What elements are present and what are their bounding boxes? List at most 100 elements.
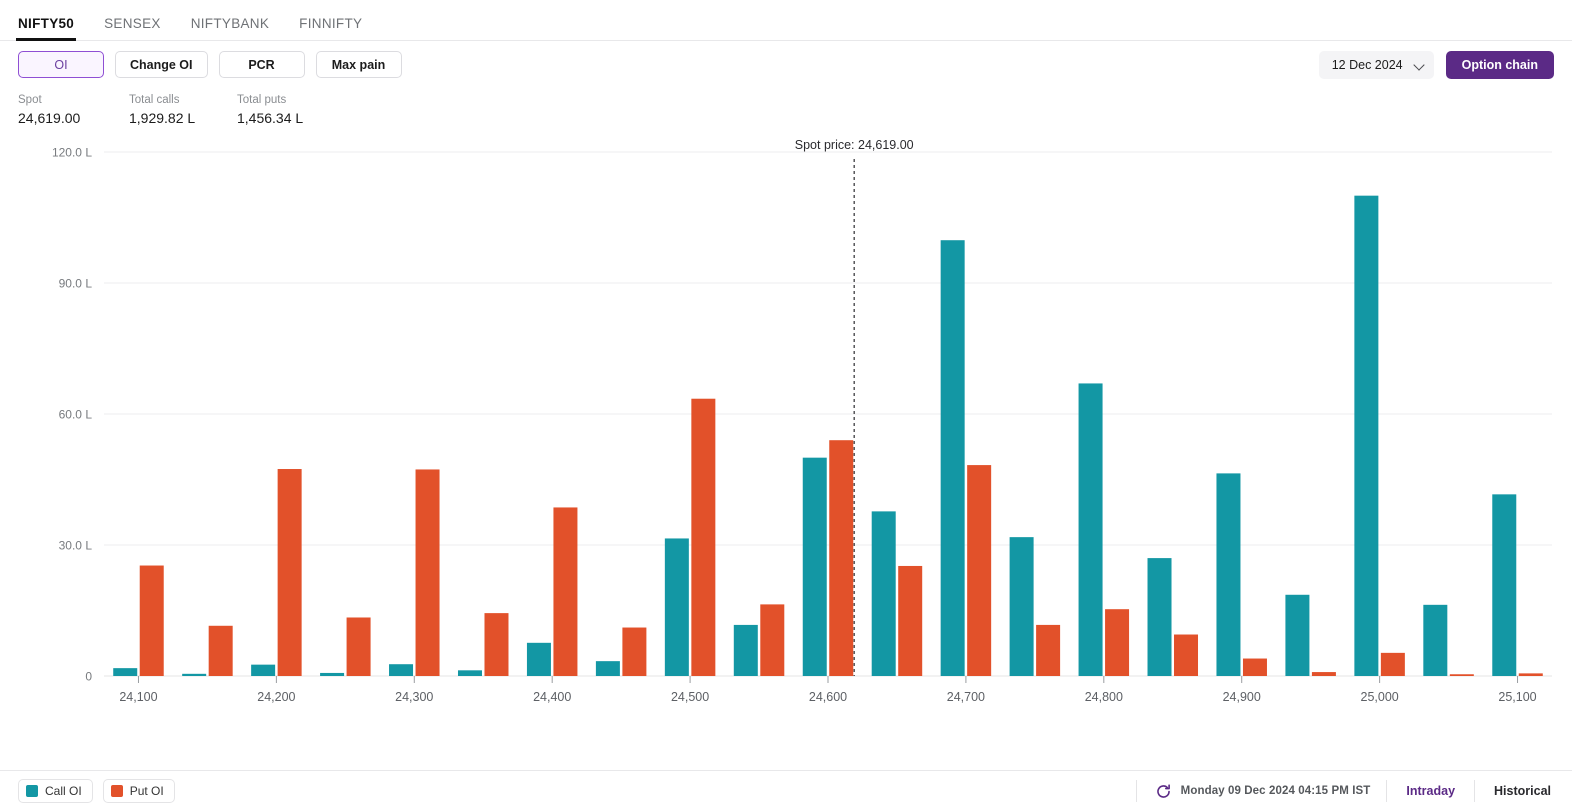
x-axis-tick-label: 24,700 xyxy=(947,690,985,704)
tab-niftybank[interactable]: NIFTYBANK xyxy=(191,16,269,40)
put-oi-bar[interactable] xyxy=(691,398,716,676)
put-oi-bar[interactable] xyxy=(1449,674,1474,676)
put-oi-bar[interactable] xyxy=(829,440,854,676)
call-oi-bar[interactable] xyxy=(182,673,207,676)
call-oi-bar[interactable] xyxy=(113,668,138,676)
metric-label: PCR xyxy=(248,57,275,72)
metric-button-pcr[interactable]: PCR xyxy=(218,51,305,78)
put-oi-bar[interactable] xyxy=(898,565,923,676)
put-oi-bar[interactable] xyxy=(415,469,440,676)
put-oi-bar[interactable] xyxy=(553,507,578,676)
x-axis-tick-label: 25,000 xyxy=(1361,690,1399,704)
stat-label: Total calls xyxy=(129,94,180,106)
put-oi-bar[interactable] xyxy=(1518,673,1543,676)
put-oi-bar[interactable] xyxy=(760,604,785,676)
call-oi-bar[interactable] xyxy=(526,642,551,676)
tab-label: FINNIFTY xyxy=(299,16,363,31)
put-oi-swatch-icon xyxy=(110,785,123,797)
tab-label: NIFTYBANK xyxy=(190,16,270,31)
call-oi-bar[interactable] xyxy=(871,511,896,676)
call-oi-bar[interactable] xyxy=(595,661,620,676)
call-oi-bar[interactable] xyxy=(1354,195,1379,676)
call-oi-bar[interactable] xyxy=(1492,494,1517,676)
expiry-date-value: 12 Dec 2024 xyxy=(1331,57,1403,72)
y-axis-tick-label: 90.0 L xyxy=(59,277,93,291)
legend-label: Call OI xyxy=(45,784,82,798)
chart-toolbar: OI Change OI PCR Max pain 12 Dec 2024 Op… xyxy=(0,41,1572,88)
call-oi-bar[interactable] xyxy=(1009,537,1034,676)
call-oi-bar[interactable] xyxy=(1147,558,1172,676)
put-oi-bar[interactable] xyxy=(1242,658,1267,676)
stat-label: Spot xyxy=(18,94,42,106)
put-oi-bar[interactable] xyxy=(277,469,302,676)
legend-item-call-oi[interactable]: Call OI xyxy=(18,779,93,803)
oi-bar-chart[interactable]: 0 30.0 L 60.0 L 90.0 L 120.0 L 24,100 24,200 24… xyxy=(0,137,1572,737)
put-oi-bar[interactable] xyxy=(484,613,509,676)
y-axis-tick-label: 30.0 L xyxy=(59,539,93,553)
divider xyxy=(1386,780,1388,802)
call-oi-bar[interactable] xyxy=(664,538,689,676)
stat-total-calls: Total calls 1,929.82 L xyxy=(129,92,237,129)
y-axis-tick-label: 0 xyxy=(85,670,92,684)
call-oi-bar[interactable] xyxy=(1423,604,1448,676)
stat-value: 1,929.82 L xyxy=(129,110,196,126)
mode-historical[interactable]: Historical xyxy=(1491,784,1554,798)
call-oi-bar[interactable] xyxy=(733,624,758,676)
metric-button-max-pain[interactable]: Max pain xyxy=(315,51,402,78)
y-axis-tick-label: 60.0 L xyxy=(59,408,93,422)
option-oi-page: NIFTY50 SENSEX NIFTYBANK FINNIFTY OI Cha… xyxy=(0,0,1572,811)
metric-button-change-oi[interactable]: Change OI xyxy=(115,51,208,78)
stat-label: Total puts xyxy=(237,94,287,106)
call-oi-bar[interactable] xyxy=(940,240,965,676)
put-oi-bar[interactable] xyxy=(1036,624,1061,676)
metric-label: OI xyxy=(54,57,68,72)
put-oi-bar[interactable] xyxy=(1380,652,1405,676)
y-axis-tick-label: 120.0 L xyxy=(52,146,92,160)
call-oi-bar[interactable] xyxy=(1078,383,1103,676)
x-axis-tick-label: 24,400 xyxy=(533,690,571,704)
legend-item-put-oi[interactable]: Put OI xyxy=(102,779,175,803)
legend-label: Put OI xyxy=(129,784,164,798)
tab-sensex[interactable]: SENSEX xyxy=(104,16,161,40)
put-oi-bar[interactable] xyxy=(1174,634,1199,676)
option-chain-button[interactable]: Option chain xyxy=(1445,50,1554,79)
tab-finnifty[interactable]: FINNIFTY xyxy=(299,16,362,40)
call-oi-bar[interactable] xyxy=(389,664,414,676)
mode-intraday[interactable]: Intraday xyxy=(1403,784,1458,798)
chevron-down-icon xyxy=(1415,60,1424,69)
metric-label: Change OI xyxy=(130,57,193,72)
call-oi-bar[interactable] xyxy=(802,457,827,676)
metric-segmented-control: OI Change OI PCR Max pain xyxy=(18,51,402,78)
call-oi-bar[interactable] xyxy=(457,670,482,676)
put-oi-bar[interactable] xyxy=(139,565,164,676)
x-axis-tick-label: 24,800 xyxy=(1085,690,1123,704)
put-oi-bar[interactable] xyxy=(346,617,371,676)
stat-total-puts: Total puts 1,456.34 L xyxy=(237,92,303,129)
put-oi-bar[interactable] xyxy=(967,465,992,676)
call-oi-bar[interactable] xyxy=(251,664,276,676)
put-oi-bar[interactable] xyxy=(1105,609,1130,676)
call-oi-bar[interactable] xyxy=(320,672,345,676)
tab-label: SENSEX xyxy=(104,16,161,31)
x-axis-tick-label: 24,300 xyxy=(395,690,433,704)
call-oi-bar[interactable] xyxy=(1216,473,1241,676)
x-axis-tick-label: 24,500 xyxy=(671,690,709,704)
metric-label: Max pain xyxy=(331,57,386,72)
index-tabs: NIFTY50 SENSEX NIFTYBANK FINNIFTY xyxy=(0,0,1572,41)
expiry-date-select[interactable]: 12 Dec 2024 xyxy=(1318,50,1434,79)
tab-nifty50[interactable]: NIFTY50 xyxy=(15,16,77,41)
call-oi-bar[interactable] xyxy=(1285,594,1310,676)
call-oi-swatch-icon xyxy=(26,785,38,797)
x-axis-tick-label: 24,600 xyxy=(809,690,847,704)
option-chain-label: Option chain xyxy=(1461,57,1538,72)
spot-price-label: Spot price: 24,619.00 xyxy=(795,138,914,152)
put-oi-bar[interactable] xyxy=(622,627,647,676)
refresh-icon[interactable] xyxy=(1155,783,1172,800)
metric-button-oi[interactable]: OI xyxy=(18,51,104,78)
put-oi-bar[interactable] xyxy=(1311,672,1336,676)
divider xyxy=(1474,780,1476,802)
x-axis-tick-label: 25,100 xyxy=(1498,690,1536,704)
x-axis-tick-label: 24,200 xyxy=(257,690,295,704)
put-oi-bar[interactable] xyxy=(208,625,233,676)
x-axis-tick-label: 24,100 xyxy=(119,690,157,704)
